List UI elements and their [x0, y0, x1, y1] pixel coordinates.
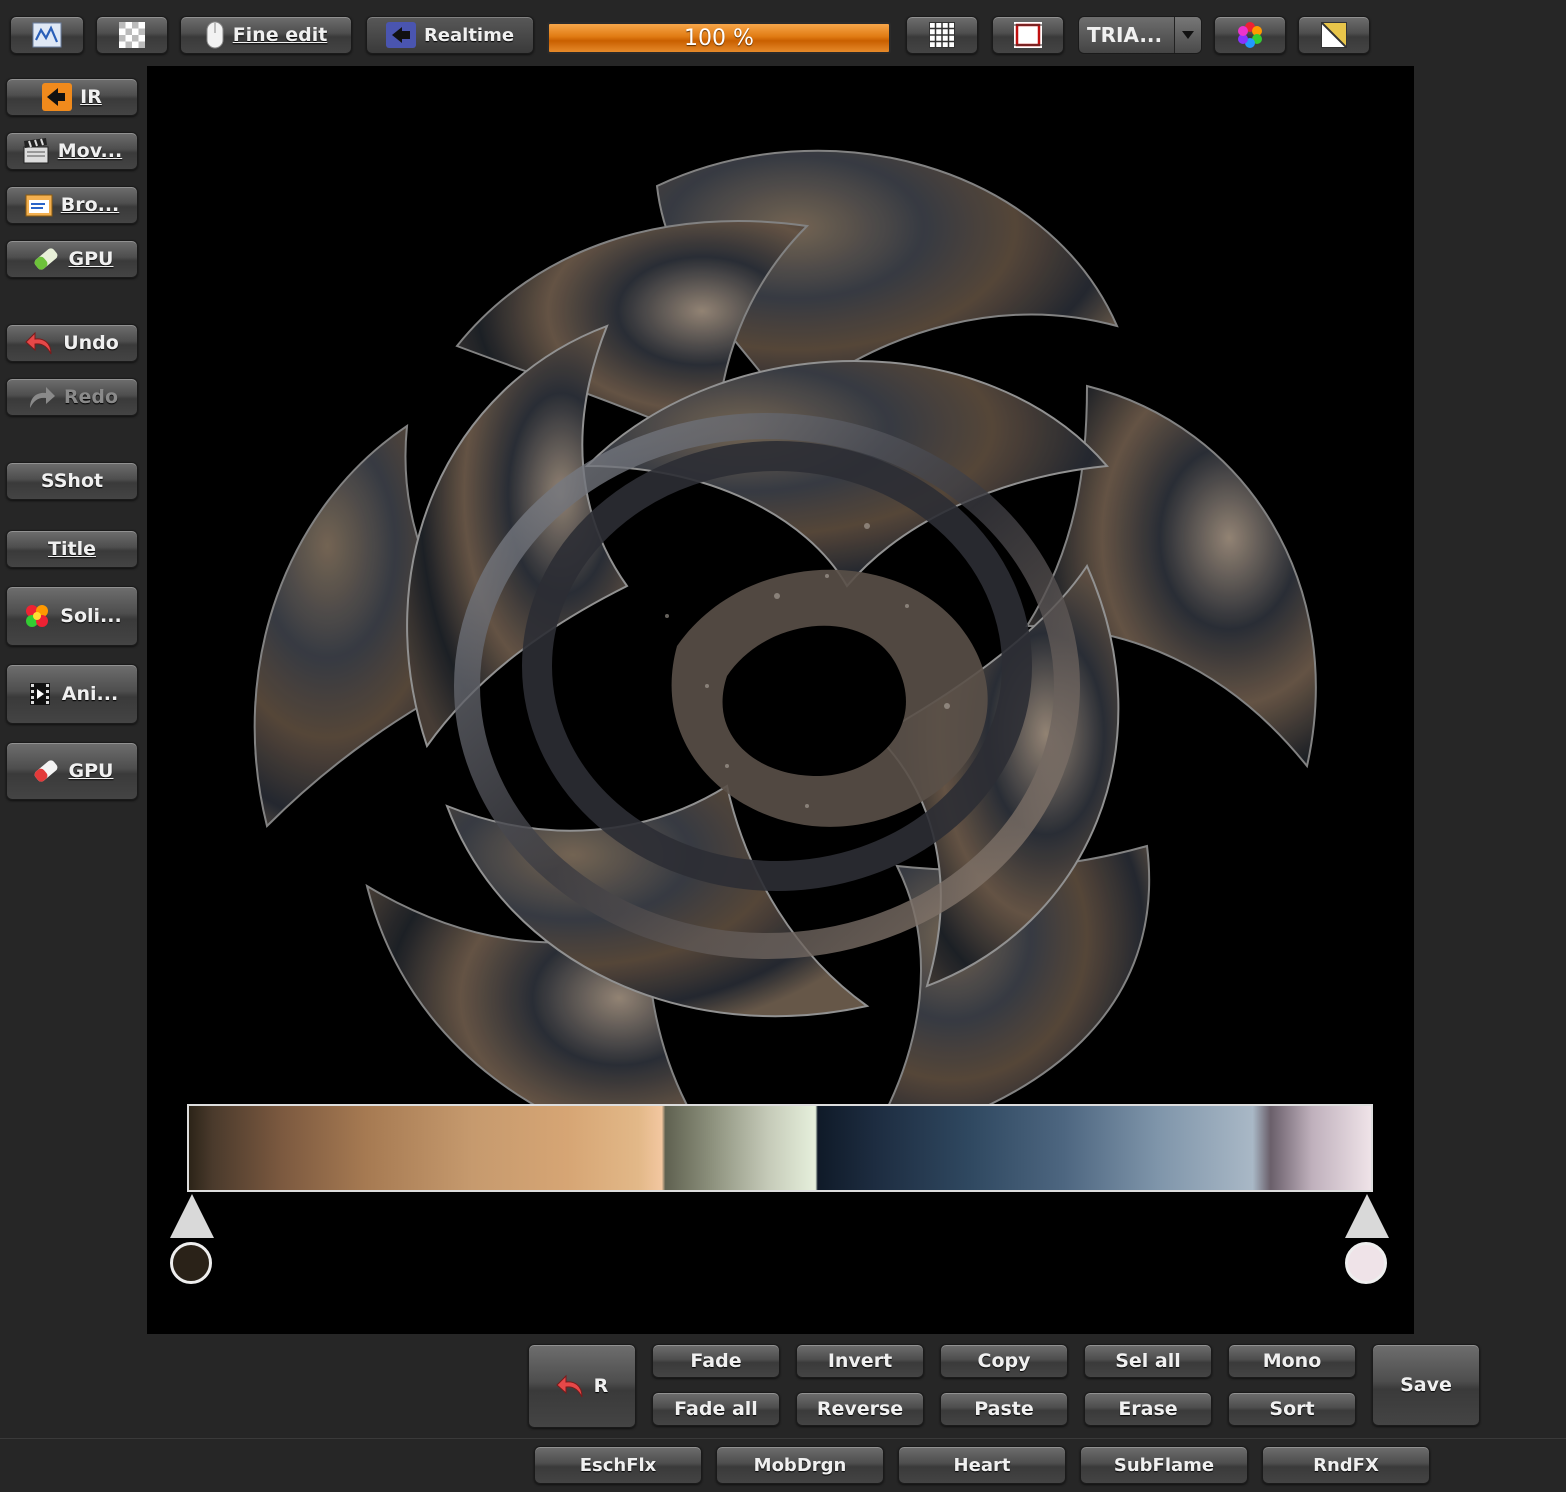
speaker-orange-icon	[42, 83, 73, 111]
movie-button[interactable]: Mov...	[6, 132, 138, 170]
flame-preview-canvas[interactable]	[147, 66, 1414, 1334]
reset-button[interactable]: R	[528, 1344, 636, 1428]
undo-arrow-icon	[25, 330, 55, 356]
animation-button[interactable]: Ani...	[6, 664, 138, 724]
paste-button[interactable]: Paste	[940, 1392, 1068, 1426]
script-editor-button[interactable]	[10, 16, 84, 54]
progress-text: 100 %	[684, 25, 754, 51]
paste-label: Paste	[974, 1398, 1034, 1420]
movie-label: Mov...	[57, 140, 123, 162]
left-gradient-color-swatch[interactable]	[170, 1242, 212, 1284]
diagonal-split-icon	[1321, 22, 1347, 48]
right-gradient-marker[interactable]	[1345, 1194, 1389, 1238]
sort-label: Sort	[1269, 1398, 1315, 1420]
undo-arrow-icon	[555, 1373, 586, 1399]
sort-button[interactable]: Sort	[1228, 1392, 1356, 1426]
hearts-icon	[22, 602, 52, 630]
title-label: Title	[48, 538, 96, 560]
fine-edit-button[interactable]: Fine edit	[180, 16, 352, 54]
solid-label: Soli...	[60, 605, 122, 627]
mono-button[interactable]: Mono	[1228, 1344, 1356, 1378]
subflame-button[interactable]: SubFlame	[1080, 1446, 1248, 1484]
select-all-label: Sel all	[1115, 1350, 1181, 1372]
sshot-label: SShot	[40, 470, 104, 492]
color-balance-button[interactable]	[1298, 16, 1370, 54]
left-gradient-marker[interactable]	[170, 1194, 214, 1238]
window-icon	[25, 192, 53, 218]
realtime-label: Realtime	[423, 24, 515, 46]
eraser-green-icon	[31, 246, 61, 272]
solid-render-button[interactable]: Soli...	[6, 586, 138, 646]
reverse-button[interactable]: Reverse	[796, 1392, 924, 1426]
gpu-bottom-button[interactable]: GPU	[6, 742, 138, 800]
color-wheel-button[interactable]	[1214, 16, 1286, 54]
undo-button[interactable]: Undo	[6, 324, 138, 362]
grid-button[interactable]	[906, 16, 978, 54]
eschflx-label: EschFlx	[579, 1454, 657, 1476]
render-progress-bar: 100 %	[547, 22, 891, 54]
heart-button[interactable]: Heart	[898, 1446, 1066, 1484]
browser-label: Bro...	[60, 194, 120, 216]
eschflx-button[interactable]: EschFlx	[534, 1446, 702, 1484]
fade-all-label: Fade all	[674, 1398, 758, 1420]
frame-icon	[1014, 22, 1042, 48]
frame-guides-button[interactable]	[992, 16, 1064, 54]
transparency-button[interactable]	[96, 16, 168, 54]
browser-button[interactable]: Bro...	[6, 186, 138, 224]
mobdrgn-button[interactable]: MobDrgn	[716, 1446, 884, 1484]
fade-all-button[interactable]: Fade all	[652, 1392, 780, 1426]
color-wheel-icon	[1236, 21, 1264, 49]
speaker-icon	[385, 22, 416, 48]
reverse-label: Reverse	[816, 1398, 904, 1420]
erase-label: Erase	[1118, 1398, 1178, 1420]
title-button[interactable]: Title	[6, 530, 138, 568]
clapperboard-icon	[22, 138, 50, 164]
save-label: Save	[1400, 1374, 1452, 1396]
fade-label: Fade	[690, 1350, 742, 1372]
fx-divider	[0, 1438, 1566, 1439]
mouse-icon	[205, 21, 225, 49]
copy-button[interactable]: Copy	[940, 1344, 1068, 1378]
chevron-down-icon	[1174, 17, 1201, 53]
invert-button[interactable]: Invert	[796, 1344, 924, 1378]
undo-label: Undo	[63, 332, 119, 354]
eraser-red-icon	[31, 758, 61, 784]
color-gradient-bar[interactable]	[187, 1104, 1373, 1192]
reset-label: R	[593, 1375, 609, 1397]
triangle-style-value: TRIA...	[1087, 23, 1163, 47]
copy-label: Copy	[977, 1350, 1031, 1372]
ir-button[interactable]: IR	[6, 78, 138, 116]
gpu-bottom-label: GPU	[68, 760, 114, 782]
invert-label: Invert	[827, 1350, 893, 1372]
select-all-button[interactable]: Sel all	[1084, 1344, 1212, 1378]
redo-label: Redo	[63, 386, 119, 408]
grid-icon	[929, 22, 955, 48]
rndfx-label: RndFX	[1313, 1454, 1379, 1476]
fade-button[interactable]: Fade	[652, 1344, 780, 1378]
animation-label: Ani...	[61, 683, 119, 705]
film-play-icon	[26, 680, 54, 708]
right-gradient-color-swatch[interactable]	[1345, 1242, 1387, 1284]
sshot-button[interactable]: SShot	[6, 462, 138, 500]
ir-label: IR	[80, 86, 102, 108]
heart-label: Heart	[953, 1454, 1011, 1476]
triangle-style-select[interactable]: TRIA...	[1078, 16, 1202, 54]
gpu-top-label: GPU	[68, 248, 114, 270]
erase-button[interactable]: Erase	[1084, 1392, 1212, 1426]
fine-edit-label: Fine edit	[232, 24, 328, 46]
save-button[interactable]: Save	[1372, 1344, 1480, 1426]
mono-label: Mono	[1262, 1350, 1322, 1372]
redo-arrow-icon	[26, 384, 56, 410]
subflame-label: SubFlame	[1113, 1454, 1215, 1476]
redo-button[interactable]: Redo	[6, 378, 138, 416]
mobdrgn-label: MobDrgn	[753, 1454, 847, 1476]
rndfx-button[interactable]: RndFX	[1262, 1446, 1430, 1484]
graph-icon	[32, 22, 62, 48]
gpu-top-button[interactable]: GPU	[6, 240, 138, 278]
realtime-button[interactable]: Realtime	[366, 16, 534, 54]
checkerboard-icon	[119, 22, 145, 48]
